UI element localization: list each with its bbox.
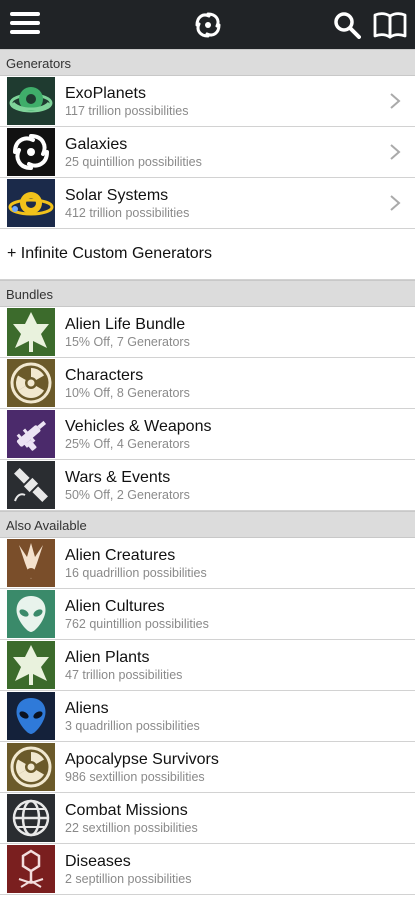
section-header-bundles: Bundles	[0, 280, 415, 307]
galaxy-icon	[7, 128, 55, 176]
satellite-icon	[7, 461, 55, 509]
item-subtitle: 47 trillion possibilities	[65, 667, 183, 682]
virus-icon	[7, 845, 55, 893]
item-subtitle: 3 quadrillion possibilities	[65, 718, 200, 733]
book-icon[interactable]	[373, 11, 407, 39]
list-item[interactable]: Galaxies 25 quintillion possibilities	[0, 127, 415, 178]
chevron-right-icon	[390, 195, 401, 211]
list-item[interactable]: ExoPlanets 117 trillion possibilities	[0, 76, 415, 127]
list-item[interactable]: Alien Life Bundle 15% Off, 7 Generators	[0, 307, 415, 358]
list-item[interactable]: Vehicles & Weapons 25% Off, 4 Generators	[0, 409, 415, 460]
item-title: Diseases	[65, 852, 131, 870]
generator-list: Generators ExoPlanets 117 trillion possi…	[0, 49, 415, 895]
section-header-generators: Generators	[0, 49, 415, 76]
section-header-also-available: Also Available	[0, 511, 415, 538]
custom-generators-item[interactable]: + Infinite Custom Generators	[0, 229, 415, 280]
alien-face-icon	[7, 692, 55, 740]
plant-icon	[7, 641, 55, 689]
item-title: Alien Creatures	[65, 546, 176, 564]
item-title: Alien Life Bundle	[65, 315, 186, 333]
item-title: Galaxies	[65, 135, 128, 153]
radiation-icon	[7, 359, 55, 407]
item-title: ExoPlanets	[65, 84, 146, 102]
alien-head-icon	[7, 590, 55, 638]
item-subtitle: 15% Off, 7 Generators	[65, 334, 190, 349]
item-title: Vehicles & Weapons	[65, 417, 212, 435]
chevron-right-icon	[390, 144, 401, 160]
item-subtitle: 762 quintillion possibilities	[65, 616, 209, 631]
claw-icon	[7, 539, 55, 587]
list-item[interactable]: Wars & Events 50% Off, 2 Generators	[0, 460, 415, 511]
custom-generators-label: + Infinite Custom Generators	[7, 245, 212, 262]
item-subtitle: 16 quadrillion possibilities	[65, 565, 207, 580]
chevron-right-icon	[390, 93, 401, 109]
spiral-logo-icon	[195, 12, 221, 38]
list-item[interactable]: Aliens 3 quadrillion possibilities	[0, 691, 415, 742]
list-item[interactable]: Alien Plants 47 trillion possibilities	[0, 640, 415, 691]
search-icon[interactable]	[333, 11, 361, 39]
app-toolbar	[0, 0, 415, 49]
list-item[interactable]: Characters 10% Off, 8 Generators	[0, 358, 415, 409]
item-title: Characters	[65, 366, 144, 384]
item-subtitle: 22 sextillion possibilities	[65, 820, 198, 835]
item-title: Aliens	[65, 699, 109, 717]
item-subtitle: 986 sextillion possibilities	[65, 769, 205, 784]
item-title: Wars & Events	[65, 468, 171, 486]
list-item[interactable]: Combat Missions 22 sextillion possibilit…	[0, 793, 415, 844]
list-item[interactable]: Diseases 2 septillion possibilities	[0, 844, 415, 895]
menu-icon[interactable]	[10, 12, 40, 36]
list-item[interactable]: Alien Cultures 762 quintillion possibili…	[0, 589, 415, 640]
item-title: Solar Systems	[65, 186, 169, 204]
list-item[interactable]: Alien Creatures 16 quadrillion possibili…	[0, 538, 415, 589]
planet-icon	[7, 77, 55, 125]
item-title: Alien Cultures	[65, 597, 165, 615]
item-title: Combat Missions	[65, 801, 188, 819]
item-title: Apocalypse Survivors	[65, 750, 219, 768]
plant-icon	[7, 308, 55, 356]
item-subtitle: 10% Off, 8 Generators	[65, 385, 190, 400]
item-title: Alien Plants	[65, 648, 150, 666]
ray-gun-icon	[7, 410, 55, 458]
list-item[interactable]: Apocalypse Survivors 986 sextillion poss…	[0, 742, 415, 793]
item-subtitle: 25% Off, 4 Generators	[65, 436, 190, 451]
item-subtitle: 50% Off, 2 Generators	[65, 487, 190, 502]
item-subtitle: 2 septillion possibilities	[65, 871, 192, 886]
list-item[interactable]: Solar Systems 412 trillion possibilities	[0, 178, 415, 229]
solar-system-icon	[7, 179, 55, 227]
item-subtitle: 117 trillion possibilities	[65, 103, 189, 118]
globe-icon	[7, 794, 55, 842]
item-subtitle: 412 trillion possibilities	[65, 205, 190, 220]
item-subtitle: 25 quintillion possibilities	[65, 154, 202, 169]
radiation-icon	[7, 743, 55, 791]
